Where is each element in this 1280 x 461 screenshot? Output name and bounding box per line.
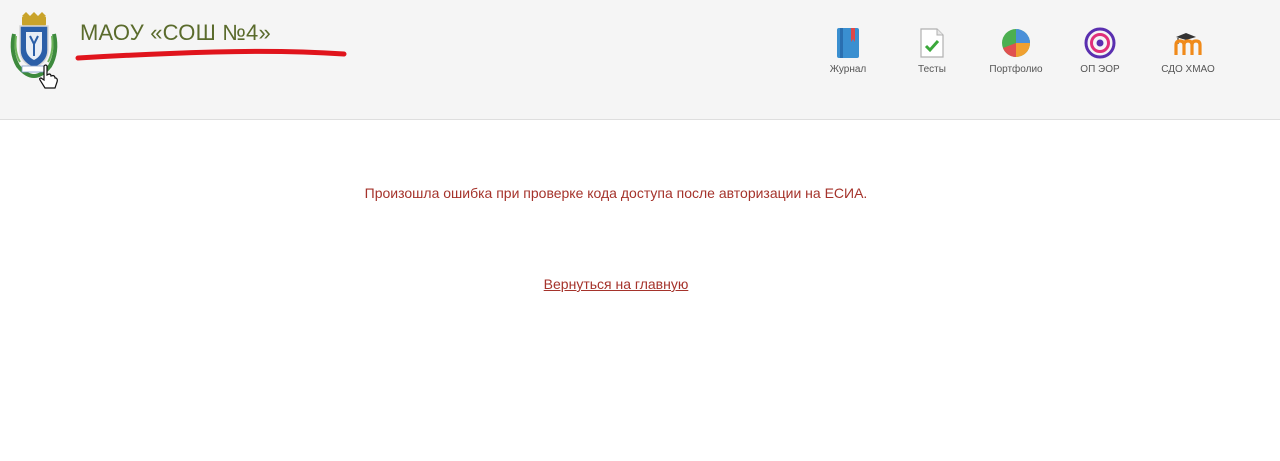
- hand-cursor-icon: [39, 64, 58, 89]
- nav-label-portfolio: Портфолио: [989, 64, 1043, 75]
- moodle-icon: [1172, 27, 1204, 59]
- top-navigation: Журнал Тесты Портфолио ОП ЭОР СДО ХМАО: [806, 27, 1230, 75]
- error-message: Произошла ошибка при проверке кода досту…: [364, 185, 868, 201]
- nav-item-tests[interactable]: Тесты: [890, 27, 974, 75]
- home-link-container: Вернуться на главную: [0, 276, 1232, 292]
- nav-label-sdo-hmao: СДО ХМАО: [1161, 64, 1215, 75]
- return-home-link[interactable]: Вернуться на главную: [544, 276, 689, 292]
- nav-item-portfolio[interactable]: Портфолио: [974, 27, 1058, 75]
- nav-label-journal: Журнал: [829, 64, 867, 75]
- nav-item-op-eor[interactable]: ОП ЭОР: [1058, 27, 1142, 75]
- redaction-mark: [75, 48, 347, 61]
- nav-label-tests: Тесты: [918, 64, 946, 75]
- nav-item-sdo-hmao[interactable]: СДО ХМАО: [1146, 27, 1230, 75]
- nav-label-op-eor: ОП ЭОР: [1080, 64, 1120, 75]
- journal-icon: [832, 27, 864, 59]
- target-icon: [1084, 27, 1116, 59]
- tests-icon: [916, 27, 948, 59]
- school-name[interactable]: МАОУ «СОШ №4»: [80, 20, 271, 46]
- nav-item-journal[interactable]: Журнал: [806, 27, 890, 75]
- site-header: МАОУ «СОШ №4» Журнал Тесты Портфолио ОП …: [0, 0, 1280, 120]
- portfolio-icon: [1000, 27, 1032, 59]
